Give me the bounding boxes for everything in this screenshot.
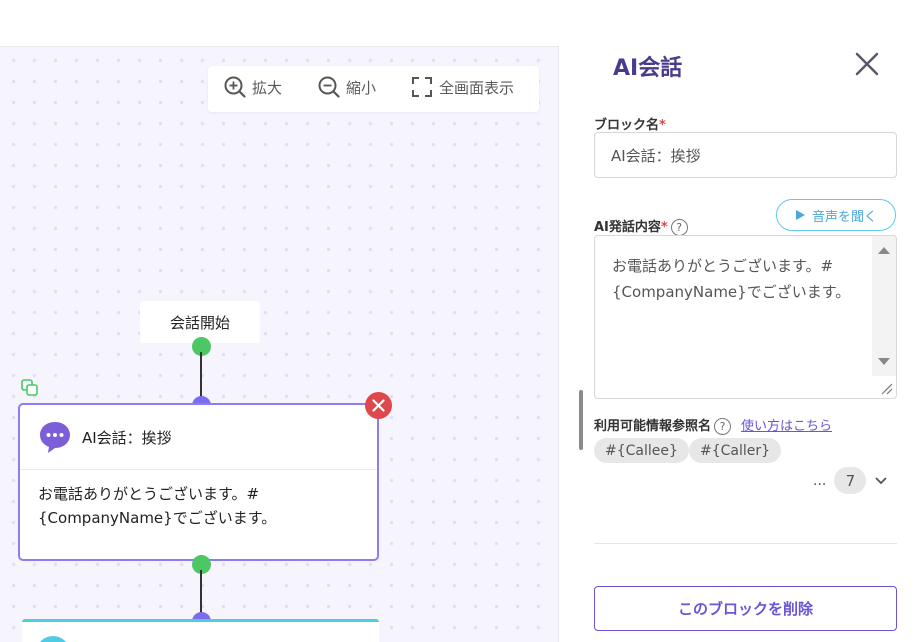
zoom-toolbar: 拡大 縮小 全画面表示: [208, 66, 539, 112]
available-refs-label: 利用可能情報参照名? 使い方はこちら: [594, 415, 832, 435]
ai-speech-label: AI発話内容*?: [594, 216, 688, 236]
block-name-label: ブロック名*: [594, 114, 666, 133]
required-mark: *: [660, 220, 668, 235]
ai-speech-label-text: AI発話内容: [594, 220, 661, 235]
usage-link[interactable]: 使い方はこちら: [741, 419, 832, 434]
node-title: AI会話：挨拶: [82, 428, 172, 447]
settings-panel: AI会話 ブロック名* AI発話内容*? 音声を聞く お電話ありがとうございます…: [559, 0, 918, 641]
zoom-in-label: 拡大: [252, 78, 283, 97]
next-node-icon: [36, 636, 70, 642]
divider: [594, 543, 897, 544]
chevron-down-icon[interactable]: [874, 476, 888, 486]
zoom-in-icon: [224, 76, 246, 98]
listen-audio-label: 音声を聞く: [811, 209, 877, 225]
more-ellipsis: ...: [813, 472, 827, 489]
available-refs-label-text: 利用可能情報参照名: [594, 419, 712, 434]
textarea-scrollbar[interactable]: [872, 236, 896, 376]
copy-icon[interactable]: [20, 378, 40, 398]
resize-handle-icon[interactable]: [874, 376, 894, 396]
block-name-label-text: ブロック名: [594, 118, 660, 133]
zoom-out-button[interactable]: 縮小: [318, 76, 376, 98]
required-mark: *: [659, 118, 666, 133]
help-icon[interactable]: ?: [670, 219, 688, 236]
flow-canvas[interactable]: 拡大 縮小 全画面表示 会話開始 AI会話：挨拶 お電話ありがとうございます。#…: [0, 46, 559, 642]
ref-chip-caller[interactable]: #{Caller}: [689, 438, 782, 463]
help-icon[interactable]: ?: [714, 418, 732, 435]
panel-title: AI会話: [613, 56, 683, 81]
more-count-badge: 7: [834, 467, 867, 494]
more-refs-toggle[interactable]: ... 7: [813, 467, 888, 494]
listen-audio-button[interactable]: 音声を聞く: [776, 199, 896, 231]
next-node[interactable]: [22, 619, 379, 642]
node-body-text: お電話ありがとうございます。#{CompanyName}でございます。: [38, 485, 277, 527]
fullscreen-label: 全画面表示: [439, 78, 515, 97]
delete-block-button[interactable]: このブロックを削除: [594, 586, 897, 631]
play-icon: [795, 210, 805, 220]
delete-node-button[interactable]: [365, 392, 392, 419]
scroll-up-icon[interactable]: [872, 242, 896, 258]
zoom-out-icon: [318, 76, 340, 98]
connector-line: [200, 570, 202, 616]
ref-chip-callee[interactable]: #{Callee}: [594, 438, 689, 463]
chat-bubble-icon: [40, 422, 70, 453]
panel-resize-handle[interactable]: [579, 390, 583, 450]
zoom-in-button[interactable]: 拡大: [224, 76, 282, 98]
block-name-input[interactable]: [594, 132, 897, 178]
scroll-down-icon[interactable]: [872, 354, 896, 370]
close-icon[interactable]: [855, 52, 879, 76]
ai-speech-textarea[interactable]: お電話ありがとうございます。#{CompanyName}でございます。: [594, 235, 897, 399]
ai-conversation-node[interactable]: AI会話：挨拶 お電話ありがとうございます。#{CompanyName}でござい…: [18, 403, 379, 561]
ai-speech-text: お電話ありがとうございます。#{CompanyName}でございます。: [612, 257, 851, 301]
zoom-out-label: 縮小: [346, 78, 377, 97]
fullscreen-icon: [412, 77, 432, 97]
connector-line: [200, 352, 202, 398]
close-icon: [372, 399, 385, 412]
fullscreen-button[interactable]: 全画面表示: [411, 76, 514, 98]
